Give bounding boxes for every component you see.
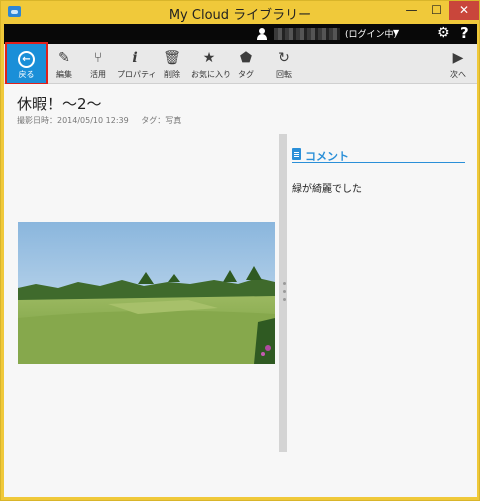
next-button[interactable]: ▶ 次へ [446, 44, 470, 83]
edit-button[interactable]: ✎ 編集 [52, 44, 76, 83]
golf-course-landscape-image [18, 222, 275, 364]
account-bar: (ログイン中) ▼ ⚙ ? [4, 24, 477, 44]
photo-detail-view: 休暇！〜2〜 撮影日時：2014/05/10 12:39 タグ：写真 コメント … [4, 84, 477, 497]
splitter-grip-dot [283, 298, 286, 301]
favorite-label: お気に入り [191, 70, 231, 79]
info-icon: i [132, 50, 138, 66]
next-label: 次へ [450, 70, 466, 79]
rotate-button[interactable]: ↻ 回転 [272, 44, 296, 83]
back-arrow-icon: ← [18, 51, 35, 68]
next-icon: ▶ [452, 50, 464, 66]
properties-label: プロパティ [117, 70, 157, 79]
photo-tags: タグ：写真 [141, 116, 182, 125]
toolbar: ← 戻る ✎ 編集 ⑂ 活用 i プロパティ 🗑 削除 ★ お気に入り ⬟ タグ… [4, 42, 477, 85]
delete-button[interactable]: 🗑 削除 [160, 44, 184, 83]
comment-text: 緑が綺麗でした [292, 184, 362, 195]
comments-header: コメント [292, 148, 465, 163]
tag-icon: ⬟ [239, 50, 253, 66]
user-icon [257, 28, 267, 40]
rotate-icon: ↻ [278, 50, 290, 66]
share-button[interactable]: ⑂ 活用 [86, 44, 110, 83]
photo-meta: 撮影日時：2014/05/10 12:39 タグ：写真 [17, 115, 191, 126]
help-icon[interactable]: ? [460, 24, 469, 42]
delete-label: 削除 [164, 70, 180, 79]
star-icon: ★ [202, 50, 216, 66]
panel-splitter[interactable] [279, 134, 287, 452]
share-icon: ⑂ [93, 50, 103, 66]
username-redacted [274, 28, 340, 40]
edit-label: 編集 [56, 70, 72, 79]
rotate-label: 回転 [276, 70, 292, 79]
trash-icon: 🗑 [163, 50, 181, 66]
tag-label: タグ [238, 70, 254, 79]
title-bar[interactable]: My Cloud ライブラリー — ☐ ✕ [1, 1, 479, 24]
photo-title: 休暇！〜2〜 [17, 95, 102, 113]
back-label: 戻る [18, 70, 35, 79]
maximize-button[interactable]: ☐ [424, 1, 449, 20]
comments-title: コメント [305, 150, 349, 163]
minimize-button[interactable]: — [399, 1, 424, 20]
pencil-icon: ✎ [58, 50, 70, 66]
gear-icon[interactable]: ⚙ [437, 25, 450, 41]
document-icon [292, 148, 301, 160]
splitter-grip-dot [283, 282, 286, 285]
properties-button[interactable]: i プロパティ [117, 44, 157, 83]
close-button[interactable]: ✕ [449, 1, 479, 20]
splitter-grip-dot [283, 290, 286, 293]
shot-date: 撮影日時：2014/05/10 12:39 [17, 116, 129, 125]
favorite-button[interactable]: ★ お気に入り [191, 44, 231, 83]
caret-down-icon[interactable]: ▼ [393, 28, 399, 37]
photo-image[interactable] [18, 222, 275, 364]
tag-button[interactable]: ⬟ タグ [234, 44, 258, 83]
app-window: My Cloud ライブラリー — ☐ ✕ (ログイン中) ▼ ⚙ ? ← 戻る… [0, 0, 480, 501]
share-label: 活用 [90, 70, 106, 79]
back-button[interactable]: ← 戻る [5, 42, 48, 85]
login-status: (ログイン中) [345, 30, 398, 40]
